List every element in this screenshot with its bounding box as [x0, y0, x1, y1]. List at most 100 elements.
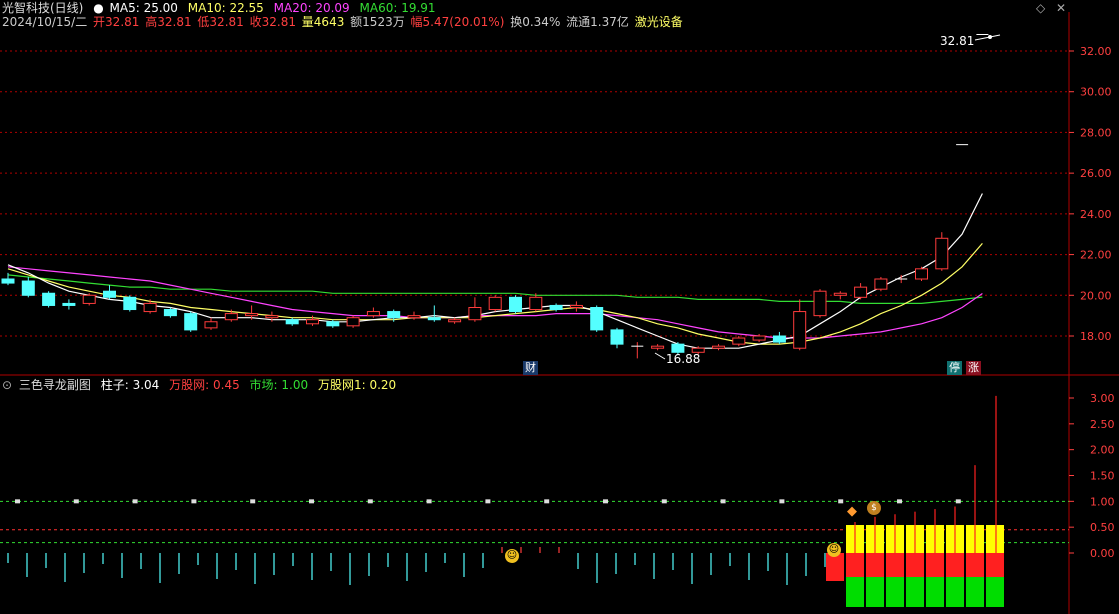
candle[interactable]: [793, 299, 807, 351]
sub-green-block: [946, 577, 964, 607]
sub-red-block: [826, 553, 844, 581]
sub-yellow-block: [986, 525, 1004, 553]
high-label: 高32.81: [145, 15, 192, 29]
candle[interactable]: [468, 297, 482, 322]
price-tick-label: 22.00: [1080, 249, 1112, 262]
candle[interactable]: [631, 342, 644, 359]
candle-body: [21, 280, 35, 296]
candle-body: [42, 292, 56, 306]
sub-tick-label: 0.00: [1090, 547, 1115, 560]
low-price-label: 16.88: [666, 352, 701, 366]
candle-body: [529, 296, 543, 311]
sub-tick-label: 1.00: [1090, 495, 1115, 508]
candle[interactable]: [163, 307, 177, 318]
market-marker: [426, 499, 432, 504]
sub-tick-label: 0.50: [1090, 521, 1115, 534]
sub-red-block: [886, 553, 904, 577]
market-marker: [779, 499, 785, 504]
candle[interactable]: [62, 299, 76, 310]
market-marker: [191, 499, 197, 504]
candle[interactable]: [935, 232, 949, 271]
candle[interactable]: [123, 295, 137, 312]
market-marker: [15, 499, 20, 504]
candle[interactable]: [569, 301, 583, 312]
badge-cai[interactable]: 财: [523, 361, 538, 375]
market-marker: [897, 499, 902, 504]
volume-label: 量4643: [301, 15, 345, 29]
ma20-label: MA20: 20.09: [273, 1, 350, 15]
sub-red-block: [946, 553, 964, 577]
sub-tick-label: 3.00: [1090, 392, 1115, 405]
candle[interactable]: [854, 283, 868, 300]
price-tick-label: 28.00: [1080, 126, 1112, 139]
candle-body: [712, 345, 725, 349]
sub-green-block: [846, 577, 864, 607]
low-label: 低32.81: [197, 15, 244, 29]
candle[interactable]: [21, 276, 35, 298]
badge-ting[interactable]: 停: [947, 361, 962, 375]
candle[interactable]: [529, 293, 543, 312]
sub-green-block: [866, 577, 884, 607]
candle[interactable]: [895, 274, 908, 284]
candle-body: [346, 317, 360, 327]
candle[interactable]: [427, 305, 441, 322]
candle[interactable]: [732, 336, 746, 347]
candle[interactable]: [103, 285, 116, 300]
close-icon[interactable]: ✕: [1056, 1, 1066, 15]
price-tick-label: 24.00: [1080, 208, 1112, 221]
candle[interactable]: [285, 317, 299, 326]
candle[interactable]: [509, 295, 522, 314]
price-tick-label: 30.00: [1080, 86, 1112, 99]
candle[interactable]: [874, 276, 888, 292]
candle-body: [245, 313, 259, 317]
candle-body: [366, 311, 380, 317]
candle[interactable]: [712, 344, 725, 351]
candle-body: [407, 315, 421, 319]
last-price-pointer: [974, 34, 1001, 41]
candle[interactable]: [1, 272, 15, 286]
candle[interactable]: [772, 331, 786, 345]
candle[interactable]: [915, 266, 928, 282]
candle[interactable]: [651, 344, 665, 351]
candle-body: [326, 321, 340, 327]
sub-red-block: [966, 553, 984, 577]
candle[interactable]: [448, 317, 462, 324]
candle[interactable]: [833, 291, 847, 300]
candle[interactable]: [346, 315, 360, 328]
candle[interactable]: [590, 305, 604, 332]
open-label: 开32.81: [93, 15, 140, 29]
candle-body: [427, 317, 441, 321]
candlesticks[interactable]: [1, 34, 989, 359]
sub-tick-label: 2.50: [1090, 418, 1115, 431]
smiley-icon-2: ☺: [827, 543, 841, 557]
candle[interactable]: [82, 293, 96, 306]
candle-body: [772, 335, 786, 343]
candle[interactable]: [813, 289, 827, 318]
badge-zhang[interactable]: 涨: [966, 361, 981, 375]
sub-green-block: [906, 577, 924, 607]
candle[interactable]: [184, 311, 198, 332]
money-bag-icon: $: [867, 501, 881, 515]
candle[interactable]: [610, 327, 624, 349]
candle-body: [62, 302, 76, 306]
sub-title[interactable]: 三色寻龙副图: [19, 378, 91, 392]
candle-body: [833, 292, 847, 296]
market-marker: [250, 499, 256, 504]
sub-green-block: [886, 577, 904, 607]
candle[interactable]: [42, 291, 56, 308]
sector-label[interactable]: 激光设备: [635, 15, 683, 29]
stock-name[interactable]: 光智科技(日线): [2, 1, 83, 15]
collapse-icon[interactable]: ⊙: [2, 378, 12, 392]
sub-green-block: [966, 577, 984, 607]
candle[interactable]: [204, 317, 218, 330]
candle-body: [549, 304, 563, 311]
candle-body: [488, 296, 502, 311]
candle-body: [854, 286, 868, 298]
sub-green-block: [986, 577, 1004, 607]
candle-body: [306, 319, 319, 325]
diamond-icon[interactable]: ◇: [1036, 1, 1045, 15]
market-marker: [73, 499, 79, 504]
market-marker: [603, 499, 608, 504]
header-row-2: 2024/10/15/二 开32.81 高32.81 低32.81 收32.81…: [2, 14, 689, 30]
candle[interactable]: [488, 295, 502, 312]
